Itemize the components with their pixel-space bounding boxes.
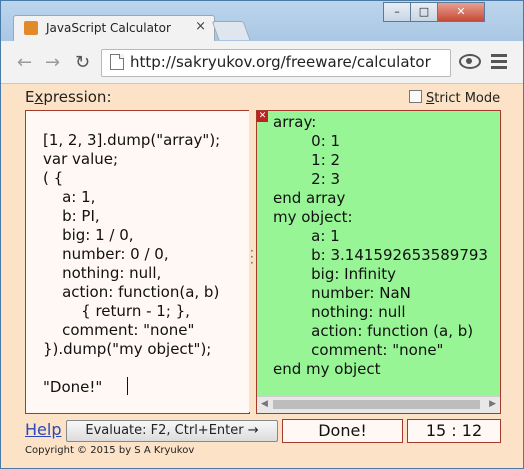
expression-editor[interactable]: [1, 2, 3].dump("array"); var value; ( { …: [25, 110, 250, 414]
browser-window: JavaScript Calculator × – □ ✕ ← → ↻ http…: [0, 0, 524, 469]
result-output: ✕ array: 0: 1 1: 2 2: 3 end array my obj…: [256, 110, 501, 414]
close-button[interactable]: ✕: [437, 2, 485, 22]
horizontal-scrollbar[interactable]: ◀ ▶: [257, 396, 500, 413]
timer-field: 15 : 12: [407, 419, 501, 443]
forward-arrow-icon[interactable]: →: [45, 52, 60, 73]
minimize-button[interactable]: –: [383, 2, 411, 22]
expression-label: Expression:: [25, 88, 112, 106]
tab-close-icon[interactable]: ×: [195, 19, 206, 34]
close-output-icon[interactable]: ✕: [257, 111, 268, 122]
calculator-page: Expression: Strict Mode [1, 2, 3].dump("…: [1, 84, 523, 468]
scroll-left-icon[interactable]: ◀: [261, 399, 268, 409]
menu-icon[interactable]: [491, 54, 507, 72]
scrollbar-thumb[interactable]: [273, 400, 480, 409]
copyright-text: Copyright © 2015 by S A Kryukov: [25, 445, 195, 456]
favicon-icon: [24, 21, 38, 35]
browser-toolbar: ← → ↻ http://sakryukov.org/freeware/calc…: [1, 41, 523, 84]
tab-title: JavaScript Calculator: [46, 21, 171, 35]
page-icon: [110, 54, 124, 70]
address-bar[interactable]: http://sakryukov.org/freeware/calculator: [101, 49, 451, 77]
new-tab-button[interactable]: [211, 21, 251, 40]
checkbox-icon[interactable]: [409, 90, 422, 103]
expression-text[interactable]: [1, 2, 3].dump("array"); var value; ( { …: [43, 131, 220, 397]
url-text[interactable]: http://sakryukov.org/freeware/calculator: [130, 53, 431, 71]
maximize-button[interactable]: □: [410, 2, 438, 22]
result-text: array: 0: 1 1: 2 2: 3 end array my objec…: [273, 113, 488, 378]
help-link[interactable]: Help: [25, 420, 61, 439]
title-bar: JavaScript Calculator × – □ ✕: [1, 1, 523, 42]
status-field: Done!: [282, 419, 403, 443]
eye-icon[interactable]: [459, 54, 481, 69]
evaluate-button[interactable]: Evaluate: F2, Ctrl+Enter →: [66, 420, 278, 442]
splitter-grip-icon: · · ·: [250, 244, 254, 270]
scroll-right-icon[interactable]: ▶: [489, 399, 496, 409]
browser-tab[interactable]: JavaScript Calculator ×: [13, 15, 215, 42]
pane-splitter[interactable]: · · ·: [249, 110, 256, 412]
reload-icon[interactable]: ↻: [75, 52, 90, 73]
strict-mode-checkbox[interactable]: Strict Mode: [409, 90, 500, 106]
back-arrow-icon[interactable]: ←: [17, 52, 32, 73]
text-caret: [127, 377, 128, 395]
